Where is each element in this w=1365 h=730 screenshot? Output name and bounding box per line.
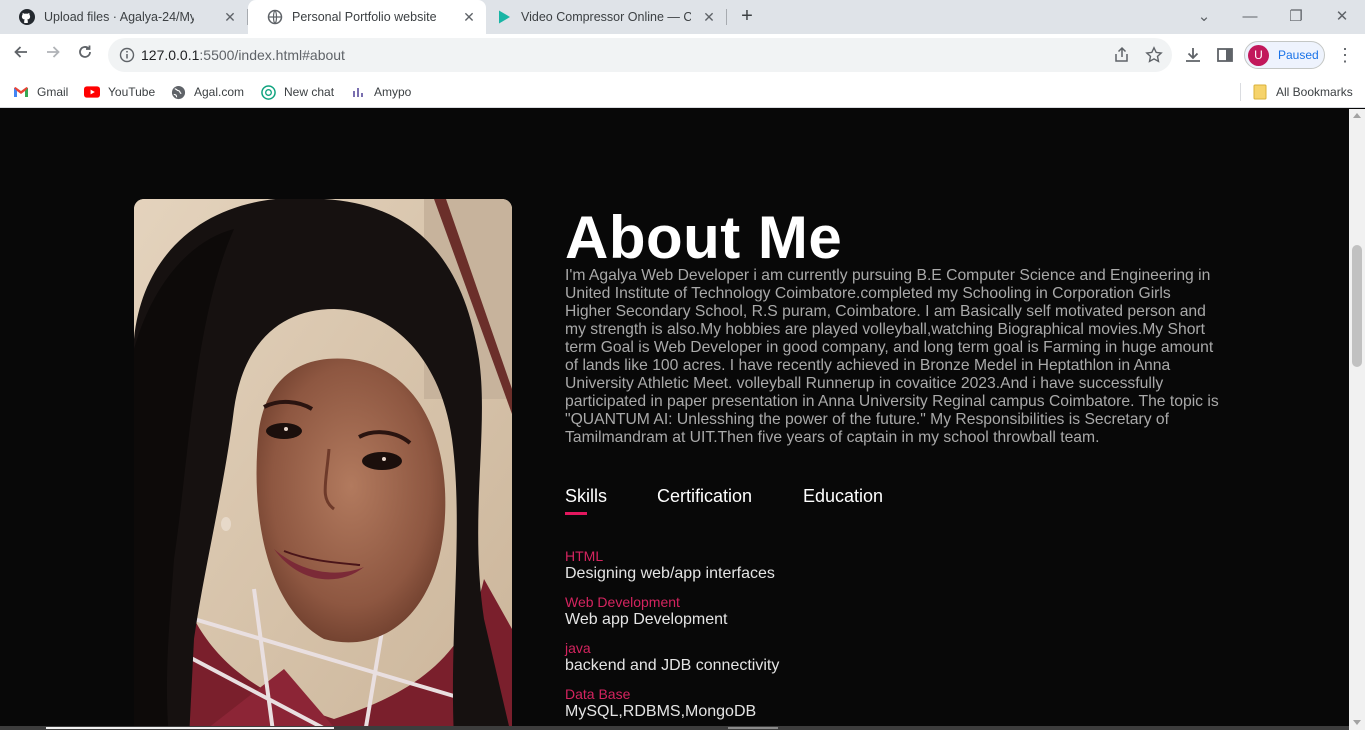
restore-button[interactable]: ❐ [1284, 6, 1308, 28]
strip-segment [728, 727, 778, 729]
scroll-down-arrow[interactable] [1353, 720, 1361, 725]
url-host: 127.0.0.1 [141, 47, 200, 63]
gmail-icon [13, 84, 29, 100]
browser-toolbar: 127.0.0.1:5500/index.html#about U Paused… [0, 34, 1365, 76]
arrow-left-icon [14, 46, 27, 58]
address-bar[interactable]: 127.0.0.1:5500/index.html#about [108, 38, 1172, 72]
list-item: HTML Designing web/app interfaces [565, 548, 775, 583]
bookmark-gmail[interactable]: Gmail [13, 83, 68, 101]
bookmark-label: Agal.com [194, 85, 245, 99]
close-icon[interactable]: ✕ [462, 10, 476, 24]
bookmark-agal[interactable]: Agal.com [170, 83, 244, 101]
reload-icon [79, 45, 91, 58]
forward-button[interactable] [41, 43, 65, 67]
all-bookmarks-button[interactable]: All Bookmarks [1252, 83, 1353, 101]
page-viewport: About Me I'm Agalya Web Developer i am c… [0, 109, 1349, 730]
skill-name: Web Development [565, 594, 680, 610]
tab-education[interactable]: Education [803, 486, 883, 507]
list-item: Data Base MySQL,RDBMS,MongoDB [565, 686, 756, 721]
bookmarks-divider [1240, 83, 1241, 101]
globe-icon [267, 9, 283, 25]
bookmarks-bar: Gmail YouTube Agal.com New chat Amypo Al… [0, 76, 1365, 108]
github-icon [19, 9, 35, 25]
page-scrollbar[interactable] [1349, 109, 1365, 730]
url-path: :5500/index.html#about [199, 47, 345, 63]
bookmark-label: Amypo [374, 85, 412, 99]
bookmark-label: All Bookmarks [1276, 85, 1353, 99]
profile-status: Paused [1278, 48, 1319, 62]
skill-description: Web app Development [565, 611, 728, 628]
browser-tab-video-compressor[interactable]: Video Compressor Online — Clic ✕ [486, 0, 726, 34]
youtube-icon [84, 84, 100, 100]
skill-description: Designing web/app interfaces [565, 565, 775, 582]
star-icon[interactable] [1145, 46, 1163, 64]
more-menu-icon[interactable]: ⋮ [1336, 44, 1354, 66]
list-item: java backend and JDB connectivity [565, 640, 779, 675]
chatgpt-icon [260, 84, 276, 100]
share-icon[interactable] [1113, 46, 1131, 64]
profile-button[interactable]: U Paused [1244, 41, 1325, 69]
url-text: 127.0.0.1:5500/index.html#about [141, 47, 345, 63]
back-button[interactable] [9, 43, 33, 67]
play-icon [496, 9, 512, 25]
close-icon[interactable]: ✕ [223, 10, 237, 24]
tab-search-icon[interactable]: ⌄ [1192, 6, 1216, 28]
active-tab-indicator [565, 512, 587, 515]
skill-name: HTML [565, 548, 604, 564]
skill-name: java [565, 640, 591, 656]
minimize-button[interactable]: — [1238, 6, 1262, 28]
profile-photo [134, 199, 512, 730]
tab-title: Upload files · Agalya-24/MyInter [44, 10, 194, 24]
browser-tab-portfolio[interactable]: Personal Portfolio website ✕ [248, 0, 486, 34]
portrait-image [134, 199, 512, 730]
skill-description: backend and JDB connectivity [565, 657, 780, 674]
tab-certification[interactable]: Certification [657, 486, 752, 507]
info-icon[interactable] [119, 47, 135, 63]
bookmark-label: New chat [284, 85, 335, 99]
bookmark-new-chat[interactable]: New chat [260, 83, 334, 101]
bottom-strip [0, 726, 1349, 730]
tab-skills[interactable]: Skills [565, 486, 607, 507]
globe-icon [170, 84, 186, 100]
close-window-button[interactable]: ✕ [1330, 6, 1354, 28]
about-description: I'm Agalya Web Developer i am currently … [565, 267, 1219, 446]
tab-title: Personal Portfolio website [292, 10, 437, 24]
reload-button[interactable] [73, 43, 97, 67]
scrollbar-thumb[interactable] [1352, 245, 1362, 367]
skill-name: Data Base [565, 686, 631, 702]
list-item: Web Development Web app Development [565, 594, 727, 629]
arrow-right-icon [47, 46, 60, 58]
bookmark-label: YouTube [108, 85, 156, 99]
tab-title: Video Compressor Online — Clic [521, 10, 691, 24]
strip-segment [46, 727, 334, 729]
amypo-icon [350, 84, 366, 100]
download-icon[interactable] [1183, 45, 1203, 65]
close-icon[interactable]: ✕ [702, 10, 716, 24]
browser-tab-bar: Upload files · Agalya-24/MyInter ✕ Perso… [0, 0, 1365, 34]
bookmark-label: Gmail [37, 85, 69, 99]
skill-description: MySQL,RDBMS,MongoDB [565, 703, 757, 720]
tab-divider [726, 9, 727, 25]
new-tab-button[interactable]: + [736, 6, 758, 28]
bookmark-amypo[interactable]: Amypo [350, 83, 411, 101]
avatar: U [1248, 45, 1269, 66]
bookmark-youtube[interactable]: YouTube [84, 83, 155, 101]
folder-icon [1252, 84, 1268, 100]
side-panel-icon[interactable] [1215, 45, 1235, 65]
about-title: About Me [565, 204, 843, 271]
scroll-up-arrow[interactable] [1353, 113, 1361, 118]
browser-tab-github[interactable]: Upload files · Agalya-24/MyInter ✕ [0, 0, 247, 34]
